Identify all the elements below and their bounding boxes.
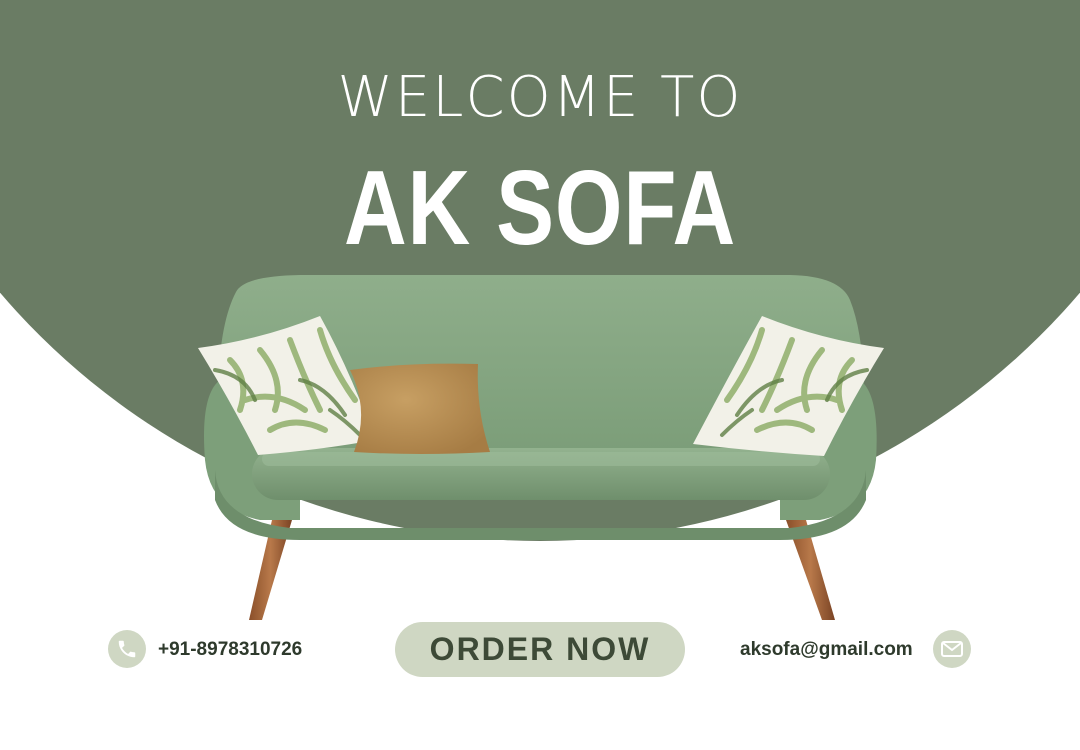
phone-number[interactable]: +91-8978310726 — [158, 638, 302, 662]
phone-icon — [108, 630, 146, 668]
tan-pillow — [350, 363, 490, 454]
poster: WELCOME TO AK SOFA +91-8978310726 ORDER … — [0, 0, 1080, 750]
mail-icon — [933, 630, 971, 668]
order-now-button[interactable]: ORDER NOW — [395, 622, 685, 677]
email-address[interactable]: aksofa@gmail.com — [740, 638, 913, 662]
